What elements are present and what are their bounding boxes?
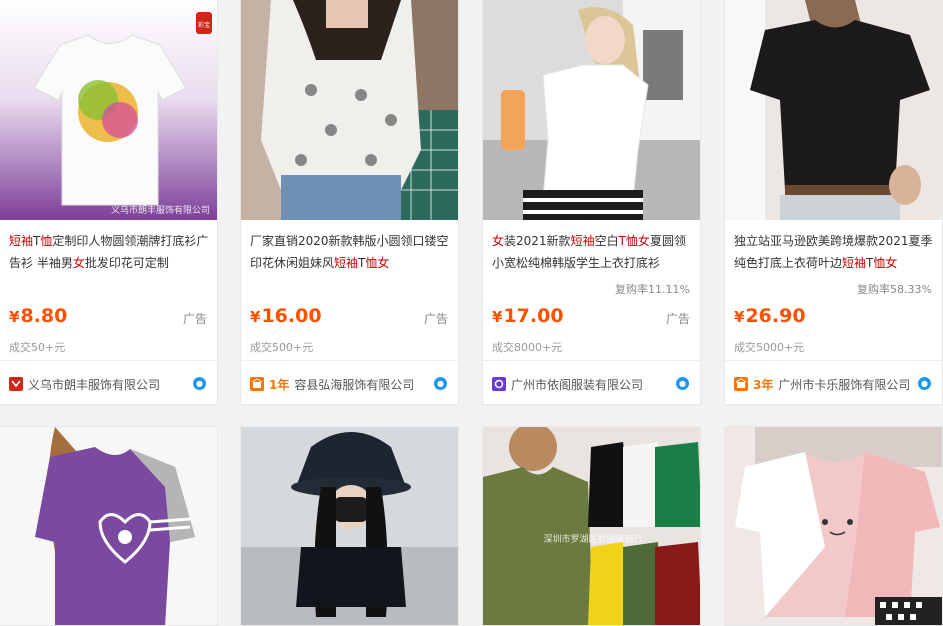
shop-info[interactable]: 义乌市朗丰服饰有限公司	[9, 375, 160, 393]
shop-badge-icon	[250, 377, 264, 391]
product-title[interactable]: 独立站亚马逊欧美跨境爆款2021夏季纯色打底上衣荷叶边短袖T恤女	[734, 230, 937, 274]
product-title[interactable]: 短袖T恤定制印人物圆领潮牌打底衫广告衫 半袖男女批发印花可定制	[9, 230, 212, 274]
sales-volume: 成交500+元	[250, 341, 314, 354]
shop-info[interactable]: 广州市依阁服装有限公司	[492, 375, 643, 393]
product-card[interactable]: 深圳市罗湖区衣服装商行	[482, 426, 701, 626]
wangwang-chat-icon[interactable]: ●	[676, 377, 689, 390]
product-image[interactable]: 深圳市罗湖区衣服装商行	[483, 427, 700, 625]
divider	[241, 360, 458, 361]
image-watermark: 深圳市罗湖区衣服装商行	[543, 533, 642, 545]
product-price: ¥16.00	[250, 305, 322, 327]
divider	[0, 360, 217, 361]
product-image[interactable]	[725, 0, 942, 220]
shop-info[interactable]: 1年 容县弘海服饰有限公司	[250, 375, 414, 393]
shop-info[interactable]: 3年 广州市卡乐服饰有限公司	[734, 375, 910, 393]
product-card[interactable]: 彩宝 义乌市朗丰服饰有限公司 短袖T恤定制印人物圆领潮牌打底衫广告衫 半袖男女批…	[0, 0, 218, 405]
ad-label: 广告	[182, 312, 207, 326]
sales-volume: 成交50+元	[9, 341, 66, 354]
image-watermark: 义乌市朗丰服饰有限公司	[111, 204, 210, 216]
image-badge: 彩宝	[198, 21, 210, 29]
shop-name[interactable]: 广州市依阁服装有限公司	[511, 376, 643, 393]
repurchase-rate: 复购率58.33%	[857, 283, 932, 296]
wangwang-chat-icon[interactable]: ●	[193, 377, 206, 390]
shop-years: 3年	[753, 377, 774, 392]
ad-label: 广告	[665, 312, 690, 326]
product-image[interactable]	[0, 427, 217, 625]
product-price: ¥17.00	[492, 305, 564, 327]
shop-badge-icon	[492, 377, 506, 391]
product-card[interactable]: 女装2021新款短袖空白T恤女夏圆领小宽松纯棉韩版学生上衣打底衫 复购率11.1…	[482, 0, 701, 405]
shop-name[interactable]: 容县弘海服饰有限公司	[294, 376, 414, 393]
product-title[interactable]: 女装2021新款短袖空白T恤女夏圆领小宽松纯棉韩版学生上衣打底衫	[492, 230, 695, 274]
product-image[interactable]	[241, 427, 458, 625]
ad-label: 广告	[423, 312, 448, 326]
product-image[interactable]: 彩宝 义乌市朗丰服饰有限公司	[0, 0, 217, 220]
wangwang-chat-icon[interactable]: ●	[918, 377, 931, 390]
sales-volume: 成交5000+元	[734, 341, 805, 354]
shop-name[interactable]: 广州市卡乐服饰有限公司	[778, 376, 910, 393]
shop-years: 1年	[269, 377, 290, 392]
shop-badge-icon	[734, 377, 748, 391]
product-card[interactable]	[240, 426, 459, 626]
product-card[interactable]: 厂家直销2020新款韩版小圆领口镂空印花休闲姐妹风短袖T恤女 ¥16.00 广告…	[240, 0, 459, 405]
wangwang-chat-icon[interactable]: ●	[434, 377, 447, 390]
repurchase-rate: 复购率11.11%	[615, 283, 690, 296]
product-price: ¥8.80	[9, 305, 68, 327]
shop-name[interactable]: 义乌市朗丰服饰有限公司	[28, 376, 160, 393]
product-card[interactable]	[0, 426, 218, 626]
product-card[interactable]	[724, 426, 943, 626]
product-image[interactable]	[241, 0, 458, 220]
shop-badge-icon	[9, 377, 23, 391]
product-title[interactable]: 厂家直销2020新款韩版小圆领口镂空印花休闲姐妹风短袖T恤女	[250, 230, 453, 274]
product-card[interactable]: 独立站亚马逊欧美跨境爆款2021夏季纯色打底上衣荷叶边短袖T恤女 复购率58.3…	[724, 0, 943, 405]
divider	[483, 360, 700, 361]
product-image[interactable]	[725, 427, 942, 625]
product-price: ¥26.90	[734, 305, 806, 327]
sales-volume: 成交8000+元	[492, 341, 563, 354]
product-image[interactable]	[483, 0, 700, 220]
divider	[725, 360, 942, 361]
